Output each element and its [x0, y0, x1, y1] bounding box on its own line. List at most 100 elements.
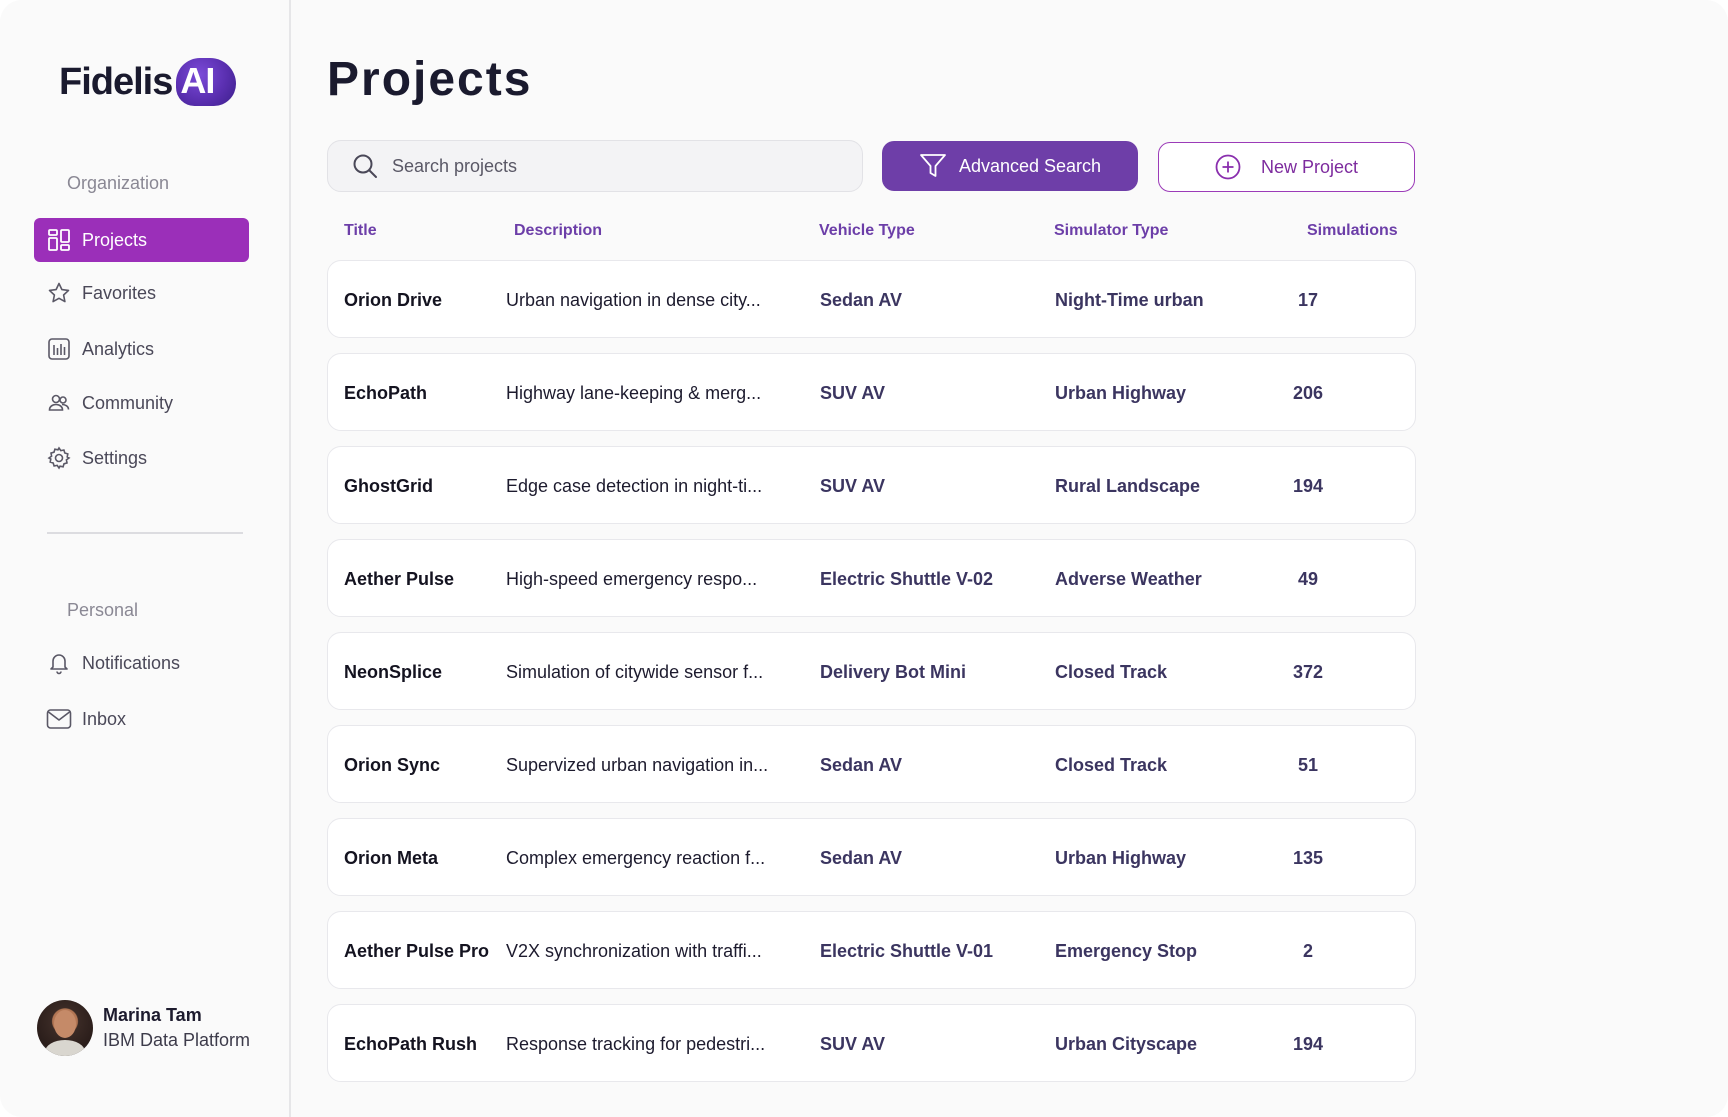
- row-simulations: 2: [1302, 940, 1313, 961]
- table-row[interactable]: Orion Meta Complex emergency reaction f.…: [327, 818, 1416, 896]
- sidebar-divider: [47, 532, 243, 534]
- row-vehicle-type: SUV AV: [820, 382, 886, 403]
- table-row[interactable]: GhostGrid Edge case detection in night-t…: [327, 446, 1416, 524]
- brand-suffix: AI: [180, 60, 215, 101]
- advanced-search-label: Advanced Search: [958, 155, 1102, 176]
- sidebar-item-inbox[interactable]: Inbox: [34, 697, 249, 741]
- column-header-vehicle-type[interactable]: Vehicle Type: [819, 222, 915, 240]
- user-name: Marina Tam: [103, 1005, 202, 1025]
- sidebar-item-analytics[interactable]: Analytics: [34, 327, 249, 371]
- row-title: Aether Pulse Pro: [344, 940, 490, 961]
- bell-icon: [46, 650, 72, 676]
- row-vehicle-type: Sedan AV: [820, 289, 903, 310]
- sidebar-item-notifications[interactable]: Notifications: [34, 641, 249, 685]
- search-input[interactable]: [392, 155, 812, 177]
- filter-icon: [919, 152, 947, 180]
- row-simulations: 17: [1297, 289, 1319, 310]
- users-icon: [46, 390, 72, 416]
- user-organization: IBM Data Platform: [103, 1030, 251, 1050]
- row-simulations: 194: [1292, 475, 1324, 496]
- table-row[interactable]: Orion Sync Supervized urban navigation i…: [327, 725, 1416, 803]
- sidebar-item-label: Analytics: [82, 338, 155, 359]
- row-vehicle-type: Sedan AV: [820, 754, 903, 775]
- table-row[interactable]: Aether Pulse High-speed emergency respo.…: [327, 539, 1416, 617]
- sidebar-item-label: Projects: [82, 229, 148, 250]
- row-simulations: 49: [1297, 568, 1319, 589]
- row-description: Edge case detection in night-ti...: [506, 475, 763, 496]
- mail-icon: [46, 706, 72, 732]
- row-title: EchoPath: [344, 382, 428, 403]
- table-row[interactable]: EchoPath Rush Response tracking for pede…: [327, 1004, 1416, 1082]
- row-title: GhostGrid: [344, 475, 433, 496]
- sidebar-item-projects[interactable]: Projects: [34, 218, 249, 262]
- table-row[interactable]: Aether Pulse Pro V2X synchronization wit…: [327, 911, 1416, 989]
- user-profile[interactable]: Marina Tam IBM Data Platform: [37, 1000, 250, 1056]
- table-row[interactable]: Orion Drive Urban navigation in dense ci…: [327, 260, 1416, 338]
- row-vehicle-type: Sedan AV: [820, 847, 903, 868]
- new-project-label: New Project: [1260, 156, 1359, 177]
- row-simulator-type: Adverse Weather: [1055, 568, 1202, 589]
- section-label-organization: Organization: [67, 173, 170, 193]
- row-description: Urban navigation in dense city...: [506, 289, 761, 310]
- new-project-button[interactable]: New Project: [1158, 142, 1415, 192]
- row-simulator-type: Emergency Stop: [1055, 940, 1198, 961]
- search-bar[interactable]: [327, 140, 863, 192]
- row-simulations: 135: [1292, 847, 1324, 868]
- row-description: Highway lane-keeping & merg...: [506, 382, 762, 403]
- advanced-search-button[interactable]: Advanced Search: [882, 141, 1138, 191]
- row-simulator-type: Urban Highway: [1055, 847, 1187, 868]
- sidebar-item-favorites[interactable]: Favorites: [34, 271, 249, 315]
- row-vehicle-type: Electric Shuttle V-01: [820, 940, 994, 961]
- grid-icon: [46, 227, 72, 253]
- sidebar: Fidelis AI Organization Projects Favorit…: [0, 0, 291, 1117]
- brand-logo[interactable]: Fidelis AI: [59, 54, 237, 110]
- row-vehicle-type: Delivery Bot Mini: [820, 661, 967, 682]
- sidebar-item-label: Inbox: [82, 708, 127, 729]
- row-simulator-type: Urban Highway: [1055, 382, 1187, 403]
- sidebar-item-label: Community: [82, 392, 174, 413]
- column-header-simulations[interactable]: Simulations: [1307, 222, 1398, 240]
- sidebar-item-label: Settings: [82, 447, 148, 468]
- brain-logo-icon: AI: [174, 56, 237, 108]
- avatar: [37, 1000, 93, 1056]
- plus-circle-icon: [1215, 154, 1241, 180]
- row-simulator-type: Night-Time urban: [1055, 289, 1204, 310]
- row-simulations: 206: [1292, 382, 1324, 403]
- table-row[interactable]: NeonSplice Simulation of citywide sensor…: [327, 632, 1416, 710]
- row-description: High-speed emergency respo...: [506, 568, 758, 589]
- row-title: Orion Drive: [344, 289, 443, 310]
- row-title: EchoPath Rush: [344, 1033, 478, 1054]
- app-window: Fidelis AI Organization Projects Favorit…: [0, 0, 1728, 1117]
- sidebar-item-settings[interactable]: Settings: [34, 436, 249, 480]
- sidebar-item-label: Favorites: [82, 282, 157, 303]
- row-simulator-type: Closed Track: [1055, 661, 1168, 682]
- row-description: Complex emergency reaction f...: [506, 847, 766, 868]
- column-header-simulator-type[interactable]: Simulator Type: [1054, 222, 1168, 240]
- column-header-description[interactable]: Description: [514, 222, 602, 240]
- page-title: Projects: [327, 53, 533, 106]
- gear-icon: [46, 445, 72, 471]
- row-simulations: 51: [1297, 754, 1319, 775]
- row-title: Orion Meta: [344, 847, 439, 868]
- table-row[interactable]: EchoPath Highway lane-keeping & merg... …: [327, 353, 1416, 431]
- bar-chart-icon: [46, 336, 72, 362]
- star-icon: [46, 280, 72, 306]
- section-label-personal: Personal: [67, 600, 139, 620]
- row-vehicle-type: SUV AV: [820, 1033, 886, 1054]
- row-simulations: 194: [1292, 1033, 1324, 1054]
- row-simulator-type: Closed Track: [1055, 754, 1168, 775]
- row-title: NeonSplice: [344, 661, 443, 682]
- brand-name: Fidelis: [59, 60, 173, 103]
- row-simulations: 372: [1292, 661, 1324, 682]
- column-header-title[interactable]: Title: [344, 222, 377, 240]
- row-description: V2X synchronization with traffi...: [506, 940, 762, 961]
- row-description: Response tracking for pedestri...: [506, 1033, 766, 1054]
- row-vehicle-type: SUV AV: [820, 475, 886, 496]
- row-vehicle-type: Electric Shuttle V-02: [820, 568, 994, 589]
- row-simulator-type: Rural Landscape: [1055, 475, 1201, 496]
- row-simulator-type: Urban Cityscape: [1055, 1033, 1198, 1054]
- search-icon: [352, 153, 378, 179]
- row-description: Supervized urban navigation in...: [506, 754, 769, 775]
- row-description: Simulation of citywide sensor f...: [506, 661, 764, 682]
- sidebar-item-community[interactable]: Community: [34, 381, 249, 425]
